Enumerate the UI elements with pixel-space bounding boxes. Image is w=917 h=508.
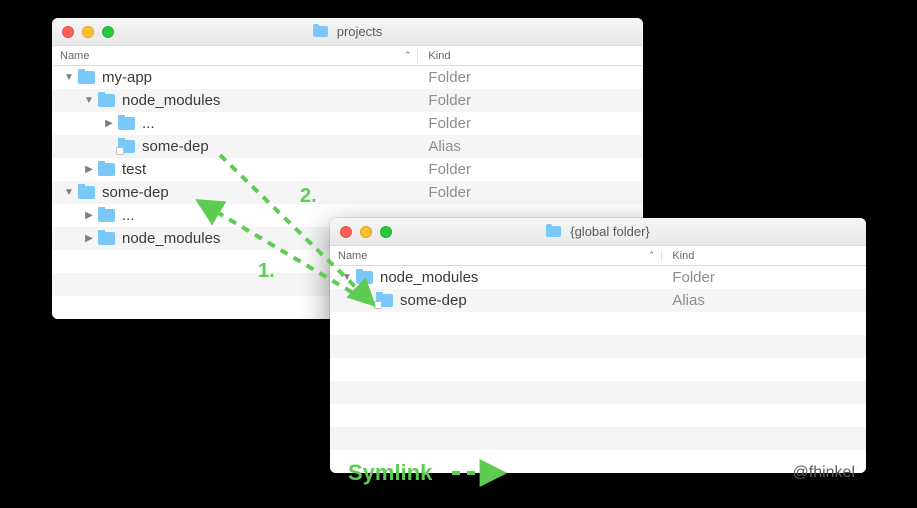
item-label: node_modules <box>380 269 478 286</box>
annotation-step-2: 2. <box>300 185 317 208</box>
disclosure-closed-icon[interactable]: ▶ <box>84 233 94 244</box>
list-item[interactable]: ▶ test Folder <box>52 158 643 181</box>
folder-icon <box>98 94 115 107</box>
credit: @fhinkel <box>793 464 856 482</box>
window-title: {global folder} <box>330 224 866 239</box>
item-kind: Alias <box>418 138 643 155</box>
minimize-icon[interactable] <box>82 26 94 38</box>
alias-folder-icon <box>376 294 393 307</box>
item-kind: Folder <box>418 115 643 132</box>
window-title-text: projects <box>337 24 383 39</box>
item-label: my-app <box>102 69 152 86</box>
titlebar[interactable]: projects <box>52 18 643 46</box>
item-kind: Folder <box>418 161 643 178</box>
column-header-kind[interactable]: Kind <box>662 250 866 262</box>
column-header-name[interactable]: Name ⌃ <box>52 50 418 62</box>
item-label: some-dep <box>102 184 169 201</box>
item-kind: Folder <box>418 184 643 201</box>
list-item[interactable]: ▶... Folder <box>52 112 643 135</box>
item-label: node_modules <box>122 92 220 109</box>
disclosure-open-icon[interactable]: ▼ <box>64 187 74 198</box>
item-kind: Folder <box>662 269 866 286</box>
list-item-empty <box>330 335 866 358</box>
zoom-icon[interactable] <box>102 26 114 38</box>
list-item[interactable]: ▼ node_modules Folder <box>330 266 866 289</box>
list-item[interactable]: ▼ node_modules Folder <box>52 89 643 112</box>
disclosure-open-icon[interactable]: ▼ <box>342 272 352 283</box>
close-icon[interactable] <box>340 226 352 238</box>
item-label: test <box>122 161 146 178</box>
list-item-empty <box>330 358 866 381</box>
item-label: some-dep <box>142 138 209 155</box>
titlebar[interactable]: {global folder} <box>330 218 866 246</box>
folder-icon <box>313 26 328 37</box>
folder-icon <box>98 163 115 176</box>
list-item-empty <box>330 381 866 404</box>
list-item[interactable]: some-dep Alias <box>330 289 866 312</box>
disclosure-open-icon[interactable]: ▼ <box>64 72 74 83</box>
folder-icon <box>546 226 561 237</box>
annotation-step-1: 1. <box>258 260 275 283</box>
folder-icon <box>356 271 373 284</box>
item-label: node_modules <box>122 230 220 247</box>
item-label: ... <box>142 115 155 132</box>
alias-folder-icon <box>118 140 135 153</box>
list-item-empty <box>330 427 866 450</box>
list-item-empty <box>330 404 866 427</box>
close-icon[interactable] <box>62 26 74 38</box>
traffic-lights <box>52 26 114 38</box>
list-item[interactable]: some-dep Alias <box>52 135 643 158</box>
column-header-name[interactable]: Name ⌃ <box>330 250 662 262</box>
column-header-row: Name ⌃ Kind <box>330 246 866 266</box>
folder-icon <box>118 117 135 130</box>
list-item[interactable]: ▼ my-app Folder <box>52 66 643 89</box>
item-kind: Alias <box>662 292 866 309</box>
disclosure-closed-icon[interactable]: ▶ <box>104 118 114 129</box>
folder-icon <box>78 71 95 84</box>
sort-caret-icon: ⌃ <box>648 250 656 261</box>
disclosure-closed-icon[interactable]: ▶ <box>84 210 94 221</box>
traffic-lights <box>330 226 392 238</box>
finder-window-global: {global folder} Name ⌃ Kind ▼ node_module… <box>330 218 866 473</box>
file-list: ▼ node_modules Folder some-dep Alias <box>330 266 866 473</box>
folder-icon <box>98 232 115 245</box>
folder-icon <box>98 209 115 222</box>
column-header-kind[interactable]: Kind <box>418 50 643 62</box>
disclosure-closed-icon[interactable]: ▶ <box>84 164 94 175</box>
list-item[interactable]: ▼ some-dep Folder <box>52 181 643 204</box>
disclosure-open-icon[interactable]: ▼ <box>84 95 94 106</box>
item-label: ... <box>122 207 135 224</box>
item-label: some-dep <box>400 292 467 309</box>
list-item-empty <box>330 312 866 335</box>
zoom-icon[interactable] <box>380 226 392 238</box>
window-title: projects <box>52 24 643 39</box>
item-kind: Folder <box>418 69 643 86</box>
sort-caret-icon: ⌃ <box>404 50 412 61</box>
minimize-icon[interactable] <box>360 226 372 238</box>
column-header-row: Name ⌃ Kind <box>52 46 643 66</box>
item-kind: Folder <box>418 92 643 109</box>
window-title-text: {global folder} <box>570 224 650 239</box>
legend: Symlink <box>348 460 432 486</box>
legend-label: Symlink <box>348 460 432 486</box>
folder-icon <box>78 186 95 199</box>
